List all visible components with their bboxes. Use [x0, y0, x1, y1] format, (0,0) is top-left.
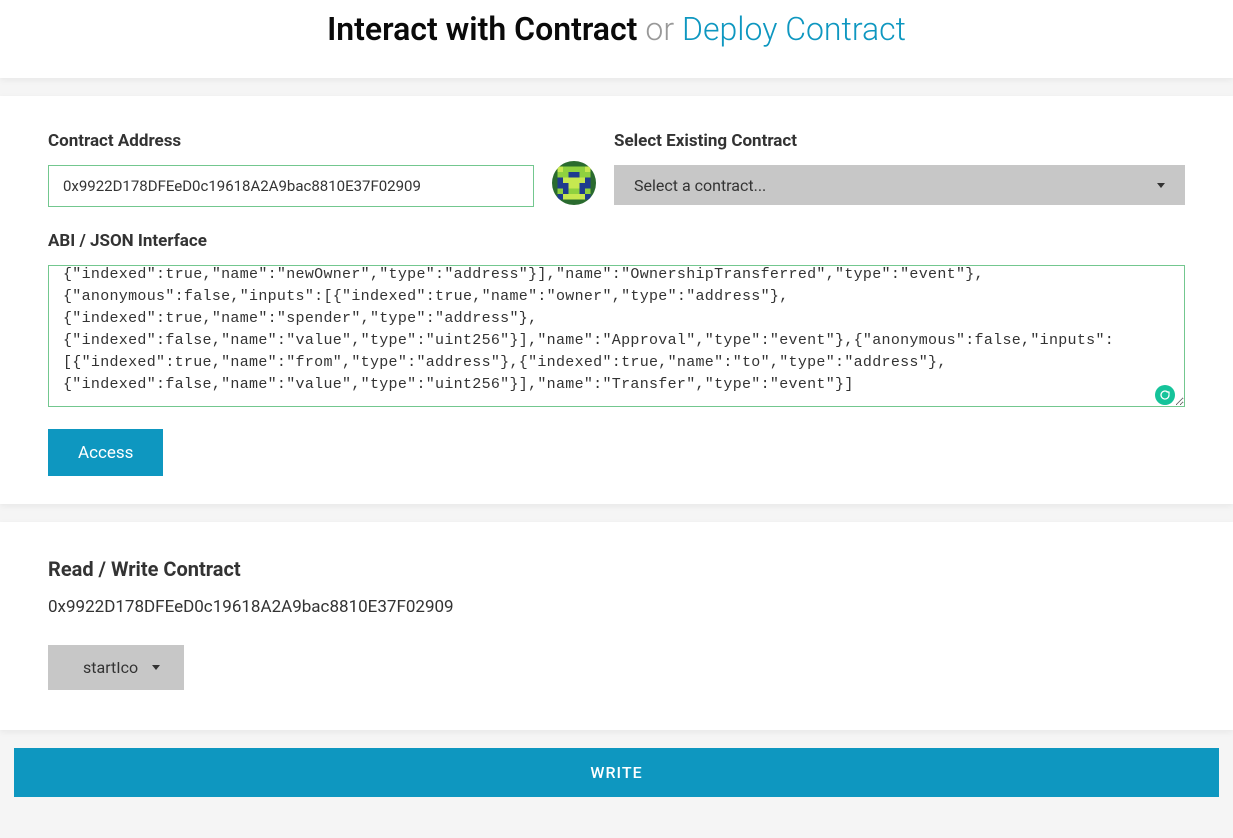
contract-address-label: Contract Address: [48, 131, 534, 151]
write-button[interactable]: WRITE: [14, 748, 1219, 797]
address-identicon: [552, 161, 596, 205]
read-write-title: Read / Write Contract: [48, 557, 1185, 581]
existing-contract-placeholder: Select a contract...: [634, 176, 766, 195]
read-write-panel: Read / Write Contract 0x9922D178DFEeD0c1…: [0, 522, 1233, 730]
read-write-address: 0x9922D178DFEeD0c19618A2A9bac8810E37F029…: [48, 597, 1185, 617]
page-header: Interact with Contract or Deploy Contrac…: [0, 0, 1233, 78]
tab-deploy[interactable]: Deploy Contract: [682, 10, 906, 48]
access-button[interactable]: Access: [48, 429, 163, 476]
or-separator: or: [645, 10, 674, 48]
function-selected: startIco: [83, 658, 138, 677]
contract-form-panel: Contract Address: [0, 96, 1233, 504]
tab-interact[interactable]: Interact with Contract: [327, 10, 637, 48]
caret-down-icon: [1157, 183, 1165, 188]
page-title: Interact with Contract or Deploy Contrac…: [0, 10, 1233, 48]
grammarly-icon: [1155, 385, 1175, 405]
function-dropdown[interactable]: startIco: [48, 645, 184, 690]
caret-down-icon: [152, 665, 160, 670]
contract-address-input[interactable]: [48, 165, 534, 207]
existing-contract-label: Select Existing Contract: [614, 131, 1185, 151]
existing-contract-dropdown[interactable]: Select a contract...: [614, 165, 1185, 205]
abi-label: ABI / JSON Interface: [48, 231, 1185, 251]
abi-input[interactable]: [48, 265, 1185, 407]
